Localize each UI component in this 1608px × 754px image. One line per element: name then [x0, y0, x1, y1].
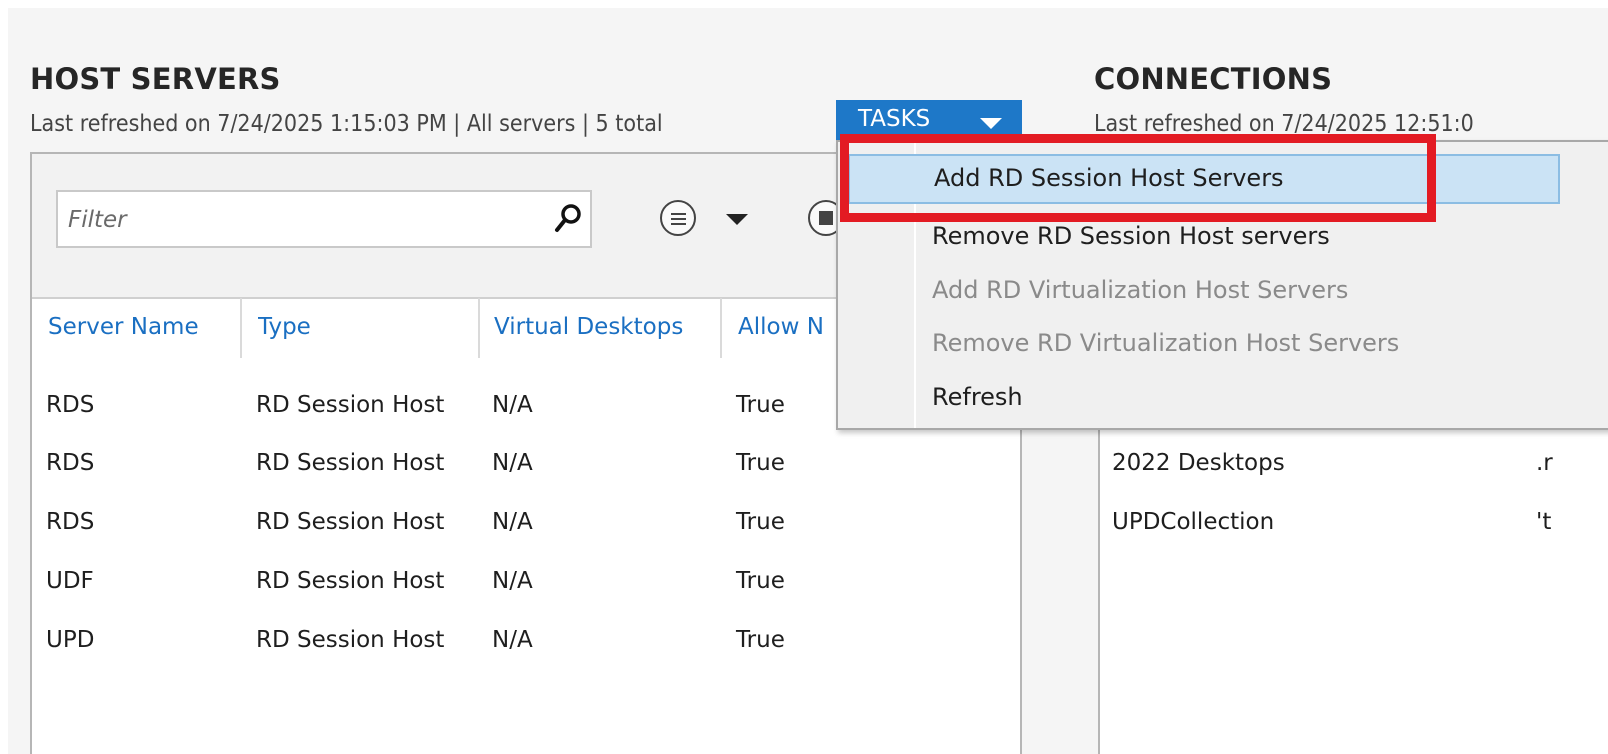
menu-item-refresh[interactable]: Refresh: [848, 373, 1560, 423]
virtual-desktops-cell: N/A: [492, 392, 533, 418]
menu-item-add-rd-virtualization-host-servers: Add RD Virtualization Host Servers: [932, 276, 1349, 304]
allow-cell: True: [736, 392, 785, 418]
virtual-desktops-cell: N/A: [492, 568, 533, 594]
server-name-cell: RDS: [46, 450, 95, 476]
collection-extra: 't: [1536, 509, 1552, 535]
collection-extra: .r: [1536, 450, 1553, 476]
type-cell: RD Session Host: [256, 450, 445, 476]
type-cell: RD Session Host: [256, 509, 445, 535]
column-header-type[interactable]: Type: [258, 314, 468, 340]
connections-title: CONNECTIONS: [1094, 62, 1333, 96]
column-divider[interactable]: [478, 298, 480, 358]
chevron-down-icon[interactable]: [726, 214, 748, 225]
chevron-down-icon: [980, 118, 1002, 129]
allow-cell: True: [736, 568, 785, 594]
column-header-server-name[interactable]: Server Name: [48, 314, 238, 340]
collection-name: UPDCollection: [1112, 509, 1275, 535]
column-header-allow[interactable]: Allow N: [738, 314, 848, 340]
server-manager-window: HOST SERVERS Last refreshed on 7/24/2025…: [0, 0, 1608, 754]
server-name-cell: RDS: [46, 509, 95, 535]
virtual-desktops-cell: N/A: [492, 627, 533, 653]
tasks-label: TASKS: [858, 106, 931, 132]
search-icon[interactable]: [554, 202, 584, 236]
allow-cell: True: [736, 509, 785, 535]
column-divider[interactable]: [240, 298, 242, 358]
filter-box: [56, 190, 592, 248]
filter-input[interactable]: [66, 200, 540, 240]
type-cell: RD Session Host: [256, 568, 445, 594]
column-header-virtual-desktops[interactable]: Virtual Desktops: [494, 314, 716, 340]
host-servers-refresh-text: Last refreshed on 7/24/2025 1:15:03 PM |…: [30, 111, 663, 137]
server-name-cell: UPD: [46, 627, 95, 653]
type-cell: RD Session Host: [256, 392, 445, 418]
host-servers-title: HOST SERVERS: [30, 62, 281, 96]
virtual-desktops-cell: N/A: [492, 509, 533, 535]
list-view-icon[interactable]: [660, 200, 696, 236]
server-name-cell: UDF: [46, 568, 94, 594]
collection-name: 2022 Desktops: [1112, 450, 1285, 476]
type-cell: RD Session Host: [256, 627, 445, 653]
virtual-desktops-cell: N/A: [492, 450, 533, 476]
allow-cell: True: [736, 627, 785, 653]
menu-item-remove-rd-virtualization-host-servers: Remove RD Virtualization Host Servers: [932, 329, 1400, 357]
red-highlight-annotation: [840, 134, 1436, 222]
server-name-cell: RDS: [46, 392, 95, 418]
column-divider[interactable]: [720, 298, 722, 358]
allow-cell: True: [736, 450, 785, 476]
